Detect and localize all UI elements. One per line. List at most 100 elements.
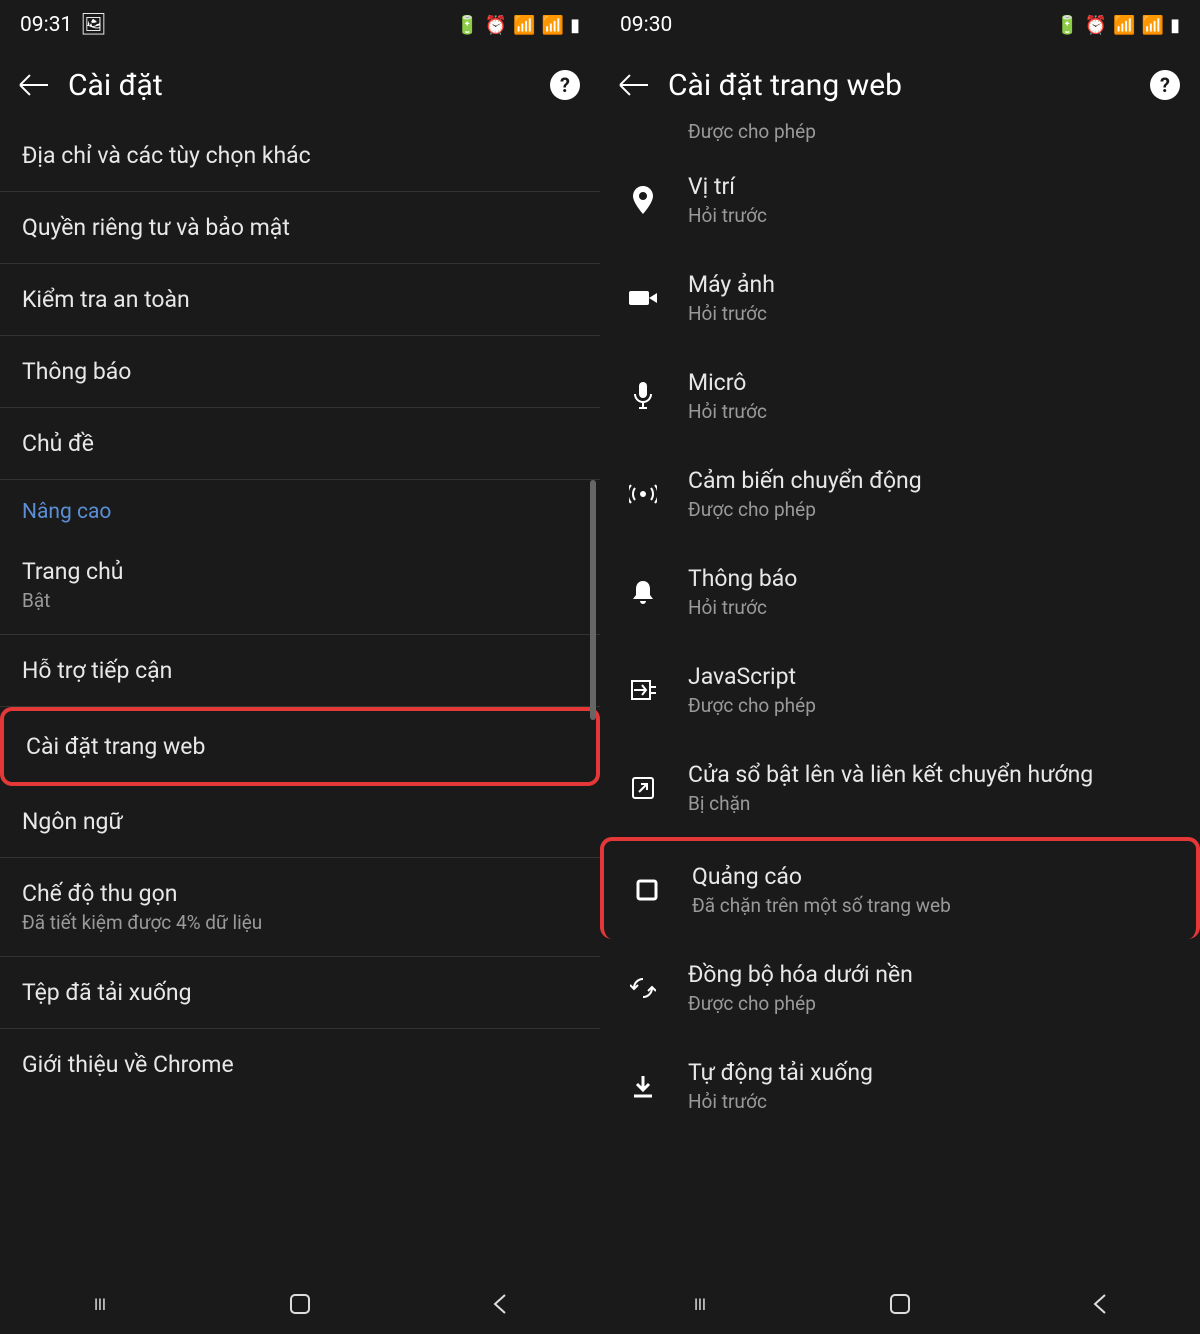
item-label: Chế độ thu gọn <box>22 880 578 907</box>
status-time: 09:30 <box>620 13 672 37</box>
item-label: Chủ đề <box>22 430 578 457</box>
item-sub: Được cho phép <box>688 992 1178 1015</box>
help-button[interactable]: ? <box>1150 70 1180 100</box>
wifi-icon: 📶 <box>1113 15 1135 36</box>
motion-icon <box>626 477 660 511</box>
site-settings-item-motion[interactable]: Cảm biến chuyển động Được cho phép <box>600 445 1200 543</box>
item-sub: Đã chặn trên một số trang web <box>692 894 1174 917</box>
site-settings-item-notifications[interactable]: Thông báo Hỏi trước <box>600 543 1200 641</box>
back-button[interactable] <box>620 84 648 86</box>
site-settings-list[interactable]: Được cho phép Vị trí Hỏi trước Máy ảnh H… <box>600 120 1200 1274</box>
settings-item-notifications[interactable]: Thông báo <box>0 336 600 408</box>
item-sub: Được cho phép <box>688 498 1178 521</box>
item-label: Micrô <box>688 369 1178 396</box>
signal-icon: 📶 <box>1142 15 1164 36</box>
nav-bar: lll <box>0 1274 600 1334</box>
section-advanced: Nâng cao <box>0 480 600 536</box>
download-icon <box>626 1069 660 1103</box>
settings-item-site-settings[interactable]: Cài đặt trang web <box>0 707 600 786</box>
item-label: JavaScript <box>688 663 1178 690</box>
settings-item-language[interactable]: Ngôn ngữ <box>0 786 600 858</box>
item-label: Đồng bộ hóa dưới nền <box>688 961 1178 988</box>
site-settings-item-mic[interactable]: Micrô Hỏi trước <box>600 347 1200 445</box>
item-sub: Hỏi trước <box>688 204 1178 227</box>
image-icon: 🖼 <box>80 13 107 37</box>
app-bar: Cài đặt trang web ? <box>600 50 1200 120</box>
nav-back-button[interactable] <box>1086 1290 1114 1318</box>
back-nav-icon <box>1091 1293 1109 1315</box>
left-screenshot: 09:31 🖼 🔋 ⏰ 📶 📶 ▮ Cài đặt ? Địa chỉ và c… <box>0 0 600 1334</box>
item-sub: Hỏi trước <box>688 302 1178 325</box>
battery-icon: 🔋 <box>1056 15 1078 36</box>
recents-icon: lll <box>694 1295 706 1314</box>
back-icon <box>20 84 48 86</box>
nav-back-button[interactable] <box>486 1290 514 1318</box>
battery-full-icon: ▮ <box>1170 15 1180 36</box>
js-icon <box>626 673 660 707</box>
item-label: Quyền riêng tư và bảo mật <box>22 214 578 241</box>
item-sub: Hỏi trước <box>688 400 1178 423</box>
status-time: 09:31 <box>20 13 72 37</box>
settings-list[interactable]: Địa chỉ và các tùy chọn khác Quyền riêng… <box>0 120 600 1274</box>
page-title: Cài đặt trang web <box>668 68 1130 103</box>
item-label: Tự động tải xuống <box>688 1059 1178 1086</box>
page-title: Cài đặt <box>68 68 530 103</box>
scrollbar[interactable] <box>590 120 596 1274</box>
back-button[interactable] <box>20 84 48 86</box>
item-label: Giới thiệu về Chrome <box>22 1051 578 1078</box>
item-sub: Đã tiết kiệm được 4% dữ liệu <box>22 911 578 934</box>
site-settings-item-location[interactable]: Vị trí Hỏi trước <box>600 151 1200 249</box>
app-bar: Cài đặt ? <box>0 50 600 120</box>
status-bar: 09:31 🖼 🔋 ⏰ 📶 📶 ▮ <box>0 0 600 50</box>
scrollbar-thumb[interactable] <box>590 480 596 720</box>
settings-item-homepage[interactable]: Trang chủ Bật <box>0 536 600 635</box>
nav-home-button[interactable] <box>286 1290 314 1318</box>
sync-icon <box>626 971 660 1005</box>
settings-item-about[interactable]: Giới thiệu về Chrome <box>0 1029 600 1100</box>
home-icon <box>289 1293 311 1315</box>
site-settings-item-auto-download[interactable]: Tự động tải xuống Hỏi trước <box>600 1037 1200 1135</box>
site-settings-item-background-sync[interactable]: Đồng bộ hóa dưới nền Được cho phép <box>600 939 1200 1037</box>
settings-item-addresses[interactable]: Địa chỉ và các tùy chọn khác <box>0 120 600 192</box>
nav-recents-button[interactable]: lll <box>686 1290 714 1318</box>
nav-home-button[interactable] <box>886 1290 914 1318</box>
item-sub: Hỏi trước <box>688 596 1178 619</box>
item-label: Cài đặt trang web <box>26 733 574 760</box>
nav-recents-button[interactable]: lll <box>86 1290 114 1318</box>
nav-bar: lll <box>600 1274 1200 1334</box>
settings-item-lite-mode[interactable]: Chế độ thu gọn Đã tiết kiệm được 4% dữ li… <box>0 858 600 957</box>
item-label: Trang chủ <box>22 558 578 585</box>
location-icon <box>626 183 660 217</box>
settings-item-safety-check[interactable]: Kiểm tra an toàn <box>0 264 600 336</box>
wifi-icon: 📶 <box>513 15 535 36</box>
help-button[interactable]: ? <box>550 70 580 100</box>
right-screenshot: 09:30 🔋 ⏰ 📶 📶 ▮ Cài đặt trang web ? Được… <box>600 0 1200 1334</box>
mic-icon <box>626 379 660 413</box>
settings-item-accessibility[interactable]: Hỗ trợ tiếp cận <box>0 635 600 707</box>
recents-icon: lll <box>94 1295 106 1314</box>
alarm-icon: ⏰ <box>1085 15 1107 36</box>
item-label: Hỗ trợ tiếp cận <box>22 657 578 684</box>
site-settings-item-camera[interactable]: Máy ảnh Hỏi trước <box>600 249 1200 347</box>
signal-icon: 📶 <box>542 15 564 36</box>
site-settings-item-ads[interactable]: Quảng cáo Đã chặn trên một số trang web <box>600 837 1200 939</box>
settings-item-downloads[interactable]: Tệp đã tải xuống <box>0 957 600 1029</box>
item-sub: Bật <box>22 589 578 612</box>
back-icon <box>620 84 648 86</box>
battery-icon: 🔋 <box>456 15 478 36</box>
site-settings-item-javascript[interactable]: JavaScript Được cho phép <box>600 641 1200 739</box>
popup-icon <box>626 771 660 805</box>
camera-icon <box>626 281 660 315</box>
item-label: Thông báo <box>688 565 1178 592</box>
site-settings-item-popups[interactable]: Cửa sổ bật lên và liên kết chuyển hướng … <box>600 739 1200 837</box>
settings-item-theme[interactable]: Chủ đề <box>0 408 600 480</box>
item-label: Máy ảnh <box>688 271 1178 298</box>
item-label: Thông báo <box>22 358 578 385</box>
item-sub: Hỏi trước <box>688 1090 1178 1113</box>
back-nav-icon <box>491 1293 509 1315</box>
item-sub: Được cho phép <box>688 694 1178 717</box>
settings-item-privacy[interactable]: Quyền riêng tư và bảo mật <box>0 192 600 264</box>
item-label: Tệp đã tải xuống <box>22 979 578 1006</box>
ads-icon <box>630 873 664 907</box>
truncated-item-sub: Được cho phép <box>600 120 1200 151</box>
